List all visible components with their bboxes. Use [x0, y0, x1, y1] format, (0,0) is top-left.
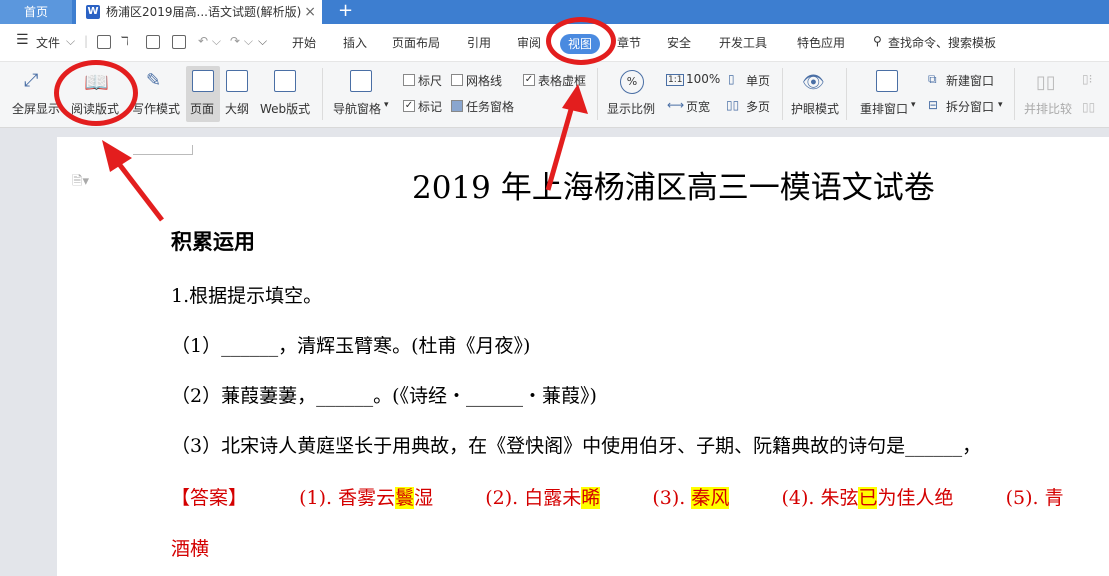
arrow-to-reading-line: [114, 158, 164, 222]
arrow-to-view-head: [562, 84, 588, 114]
annotation-arrows: [102, 84, 588, 222]
arrow-to-reading-head: [102, 140, 132, 172]
arrow-to-view-line: [545, 105, 575, 191]
